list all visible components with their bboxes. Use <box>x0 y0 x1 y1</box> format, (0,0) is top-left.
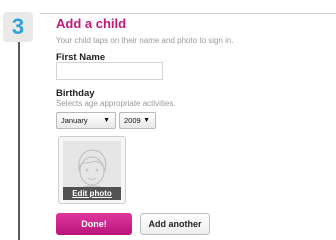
birthday-label: Birthday <box>56 88 95 99</box>
step-badge: 3 <box>3 12 33 42</box>
birth-month-select[interactable]: January ▼ <box>56 112 116 129</box>
birth-year-select[interactable]: 2009 ▼ <box>119 112 156 129</box>
step-connector-line <box>18 42 20 240</box>
birth-month-value: January <box>61 116 88 125</box>
section-divider <box>40 13 336 14</box>
chevron-down-icon: ▼ <box>103 117 110 124</box>
first-name-input[interactable] <box>56 62 163 80</box>
birth-year-value: 2009 <box>124 116 141 125</box>
edit-photo-link[interactable]: Edit photo <box>63 187 121 200</box>
birthday-hint: Selects age appropriate activities. <box>56 99 176 108</box>
form-subtitle: Your child taps on their name and photo … <box>56 36 234 45</box>
add-another-button[interactable]: Add another <box>140 213 210 235</box>
done-button[interactable]: Done! <box>56 213 132 235</box>
chevron-down-icon: ▼ <box>143 117 150 124</box>
photo-card[interactable]: Edit photo <box>58 136 126 204</box>
step-number: 3 <box>11 14 25 39</box>
form-title: Add a child <box>56 16 127 31</box>
